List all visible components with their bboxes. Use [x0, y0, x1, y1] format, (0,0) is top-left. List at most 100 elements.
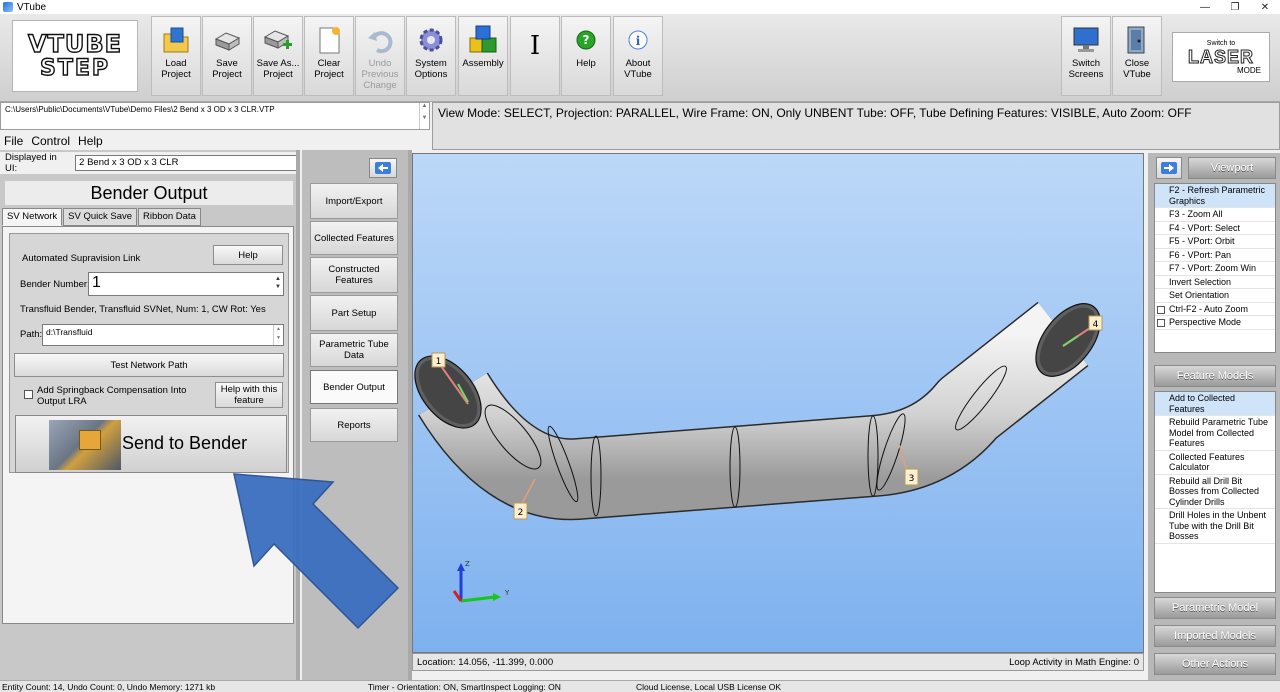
assembly-button[interactable]: Assembly — [458, 16, 508, 96]
clear-project-button[interactable]: Clear Project — [304, 16, 354, 96]
save-as-project-button[interactable]: Save As... Project — [253, 16, 303, 96]
about-vtube-button[interactable]: i About VTube — [613, 16, 663, 96]
menu-help[interactable]: Help — [78, 134, 103, 148]
action-vport-zoom-win[interactable]: F7 - VPort: Zoom Win — [1155, 262, 1275, 276]
help-with-feature-button[interactable]: Help with this feature — [215, 382, 283, 408]
nav-parametric-tube-data[interactable]: Parametric Tube Data — [310, 333, 398, 367]
bender-output-tabs: SV Network SV Quick Save Ribbon Data — [2, 208, 202, 226]
tab-sv-quick-save[interactable]: SV Quick Save — [63, 208, 138, 226]
tab-sv-network[interactable]: SV Network — [2, 208, 63, 226]
menu-bar: File Control Help — [0, 131, 430, 150]
action-invert-selection[interactable]: Invert Selection — [1155, 276, 1275, 289]
view-mode-status: View Mode: SELECT, Projection: PARALLEL,… — [432, 102, 1280, 150]
loop-activity: Loop Activity in Math Engine: 0 — [1009, 657, 1139, 668]
action-refresh-graphics[interactable]: F2 - Refresh Parametric Graphics — [1155, 184, 1275, 208]
marker-4-label: 4 — [1093, 320, 1099, 330]
axis-triad: Z Y — [452, 560, 510, 603]
tab-ribbon-data[interactable]: Ribbon Data — [138, 208, 201, 226]
monitor-icon — [1071, 25, 1101, 55]
nav-reports[interactable]: Reports — [310, 408, 398, 442]
action-set-orientation[interactable]: Set Orientation — [1155, 289, 1275, 303]
logo-line2: STEP — [39, 56, 110, 81]
restore-button[interactable]: ❐ — [1220, 0, 1250, 14]
test-network-path-button[interactable]: Test Network Path — [14, 353, 284, 377]
nav-import-export[interactable]: Import/Export — [310, 183, 398, 219]
status-bar: Entity Count: 14, Undo Count: 0, Undo Me… — [0, 680, 1280, 692]
auto-zoom-checkbox[interactable] — [1157, 305, 1165, 314]
axis-z-label: Z — [465, 560, 470, 568]
displayed-in-ui-field[interactable]: 2 Bend x 3 OD x 3 CLR — [75, 155, 298, 171]
action-zoom-all[interactable]: F3 - Zoom All — [1155, 208, 1275, 222]
nav-constructed-features[interactable]: Constructed Features — [310, 257, 398, 293]
minimize-button[interactable]: — — [1190, 0, 1220, 14]
transfluid-info: Transfluid Bender, Transfluid SVNet, Num… — [20, 304, 266, 315]
network-path-scrollbar[interactable]: ▲ ▼ — [273, 325, 283, 345]
close-vtube-button[interactable]: Close VTube — [1112, 16, 1162, 96]
ribbon: VTUBE STEP Load Project Save Project Sav… — [0, 14, 1280, 102]
close-window-button[interactable]: ✕ — [1250, 0, 1280, 14]
undo-icon — [365, 25, 395, 55]
action-vport-select[interactable]: F4 - VPort: Select — [1155, 222, 1275, 235]
action-auto-zoom[interactable]: Ctrl-F2 - Auto Zoom — [1155, 303, 1275, 316]
marker-1-label: 1 — [436, 357, 442, 367]
app-icon — [3, 2, 13, 12]
springback-checkbox[interactable] — [24, 390, 33, 399]
action-vport-pan[interactable]: F6 - VPort: Pan — [1155, 249, 1275, 262]
feature-models-header[interactable]: Feature Models — [1154, 365, 1276, 387]
switch-screens-button[interactable]: Switch Screens — [1061, 16, 1111, 96]
project-path-field[interactable]: C:\Users\Public\Documents\VTube\Demo Fil… — [0, 102, 430, 130]
text-cursor-button[interactable]: I — [510, 16, 560, 96]
springback-label: Add Springback Compensation Into Output … — [37, 385, 187, 407]
info-icon: i — [623, 25, 653, 55]
cursor-location: Location: 14.056, -11.399, 0.000 — [417, 657, 554, 668]
help-button[interactable]: ? Help — [561, 16, 611, 96]
menu-file[interactable]: File — [4, 134, 23, 148]
viewport-actions-list: F2 - Refresh Parametric Graphics F3 - Zo… — [1154, 183, 1276, 353]
right-panel: Viewport F2 - Refresh Parametric Graphic… — [1148, 153, 1280, 680]
new-document-icon — [314, 25, 344, 55]
supravision-help-button[interactable]: Help — [213, 245, 283, 265]
network-path-field[interactable]: d:\Transfluid ▲ ▼ — [42, 324, 284, 346]
menu-control[interactable]: Control — [31, 134, 70, 148]
gear-icon — [416, 25, 446, 55]
entity-count: Entity Count: 14, Undo Count: 0, Undo Me… — [2, 682, 216, 692]
parametric-model-header[interactable]: Parametric Model — [1154, 597, 1276, 619]
system-options-button[interactable]: System Options — [406, 16, 456, 96]
perspective-checkbox[interactable] — [1157, 319, 1165, 327]
action-perspective-mode[interactable]: Perspective Mode — [1155, 316, 1275, 330]
path-scrollbar[interactable]: ▲ ▼ — [419, 103, 429, 129]
action-vport-orbit[interactable]: F5 - VPort: Orbit — [1155, 235, 1275, 249]
load-project-button[interactable]: Load Project — [151, 16, 201, 96]
disk-drive-add-icon — [263, 25, 293, 55]
viewport-header[interactable]: Viewport — [1188, 157, 1276, 179]
svg-text:?: ? — [583, 33, 590, 47]
axis-y-label: Y — [504, 589, 510, 597]
svg-text:i: i — [636, 34, 641, 48]
nav-collected-features[interactable]: Collected Features — [310, 221, 398, 255]
bender-number-spinner[interactable]: ▲ ▼ — [275, 275, 281, 291]
marker-2-label: 2 — [518, 508, 524, 518]
collapse-right-arrow-icon[interactable] — [1156, 157, 1182, 179]
save-project-button[interactable]: Save Project — [202, 16, 252, 96]
action-add-collected-features[interactable]: Add to Collected Features — [1155, 392, 1275, 416]
displayed-in-ui: Displayed in UI: 2 Bend x 3 OD x 3 CLR — [0, 152, 298, 174]
action-rebuild-parametric[interactable]: Rebuild Parametric Tube Model from Colle… — [1155, 416, 1275, 451]
other-actions-header[interactable]: Other Actions — [1154, 653, 1276, 675]
action-rebuild-drill-bosses[interactable]: Rebuild all Drill Bit Bosses from Collec… — [1155, 475, 1275, 509]
3d-viewport[interactable]: 1 2 3 4 Z Y — [412, 153, 1144, 653]
exit-door-icon — [1122, 25, 1152, 55]
text-cursor-icon: I — [529, 31, 541, 61]
window-title: VTube — [17, 1, 47, 13]
undo-button[interactable]: Undo Previous Change — [355, 16, 405, 96]
timer-status: Timer - Orientation: ON, SmartInspect Lo… — [368, 682, 561, 692]
bender-number-field[interactable]: 1 ▲ ▼ — [88, 272, 284, 296]
action-features-calculator[interactable]: Collected Features Calculator — [1155, 451, 1275, 475]
nav-bender-output[interactable]: Bender Output — [310, 370, 398, 404]
imported-models-header[interactable]: Imported Models — [1154, 625, 1276, 647]
logo-line1: VTUBE — [27, 30, 123, 58]
collapse-left-arrow-icon[interactable] — [369, 158, 397, 178]
send-to-bender-button[interactable]: Send to Bender — [15, 415, 287, 473]
nav-part-setup[interactable]: Part Setup — [310, 295, 398, 331]
switch-to-laser-mode-button[interactable]: Switch to LASER MODE — [1172, 32, 1270, 82]
action-drill-holes[interactable]: Drill Holes in the Unbent Tube with the … — [1155, 509, 1275, 544]
